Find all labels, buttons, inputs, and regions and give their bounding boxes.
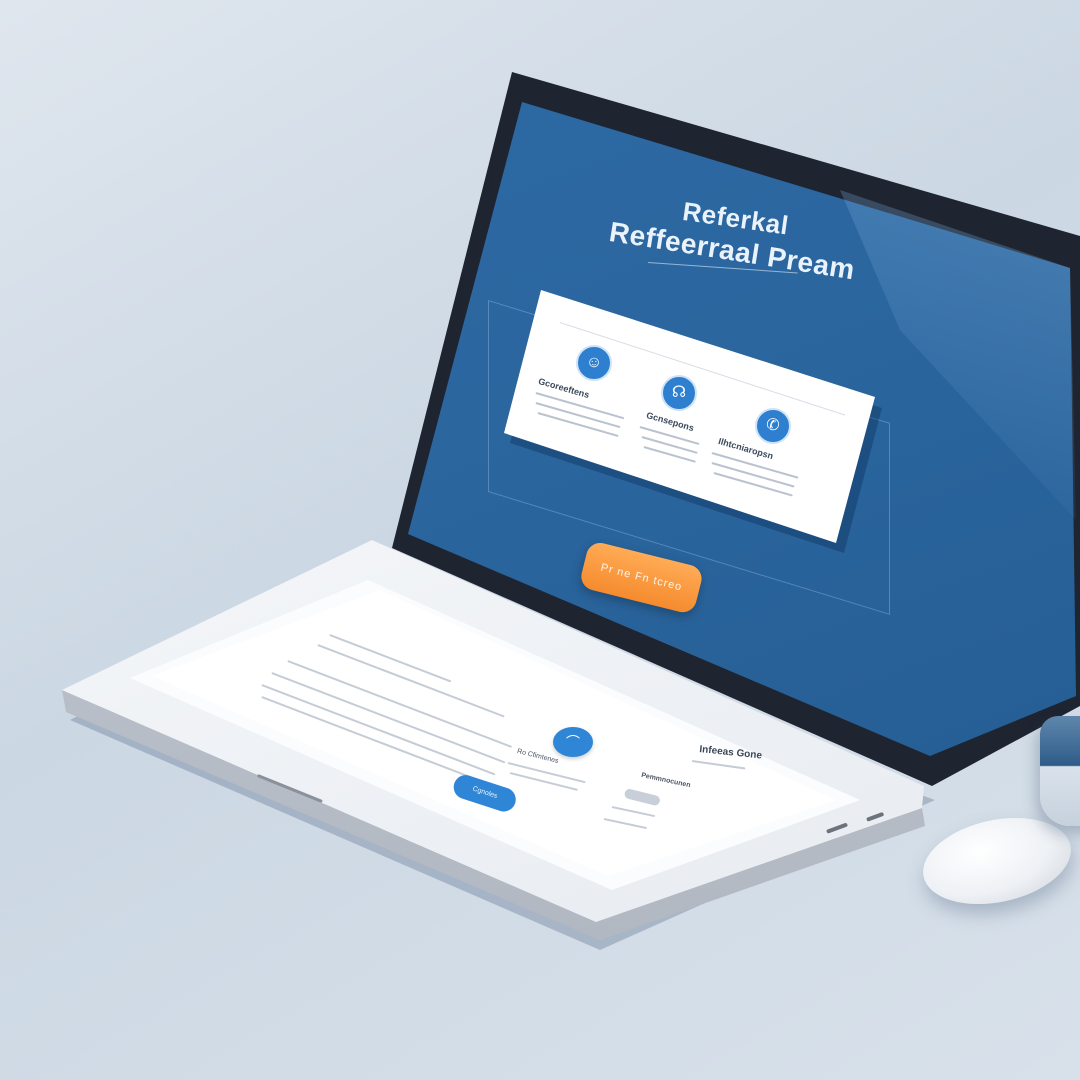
reward-icon: ✆ [766, 417, 780, 434]
contact-icon: ☺ [585, 354, 603, 371]
step-3-icon[interactable]: ✆ [755, 408, 791, 444]
handshake-icon: ☊ [671, 384, 687, 401]
step-2-icon[interactable]: ☊ [661, 375, 697, 411]
coffee-mug [1040, 716, 1080, 826]
step-1-icon[interactable]: ☺ [576, 345, 612, 381]
link-icon: ⌒ [566, 734, 580, 750]
deck-step-icon[interactable]: ⌒ [553, 727, 593, 757]
